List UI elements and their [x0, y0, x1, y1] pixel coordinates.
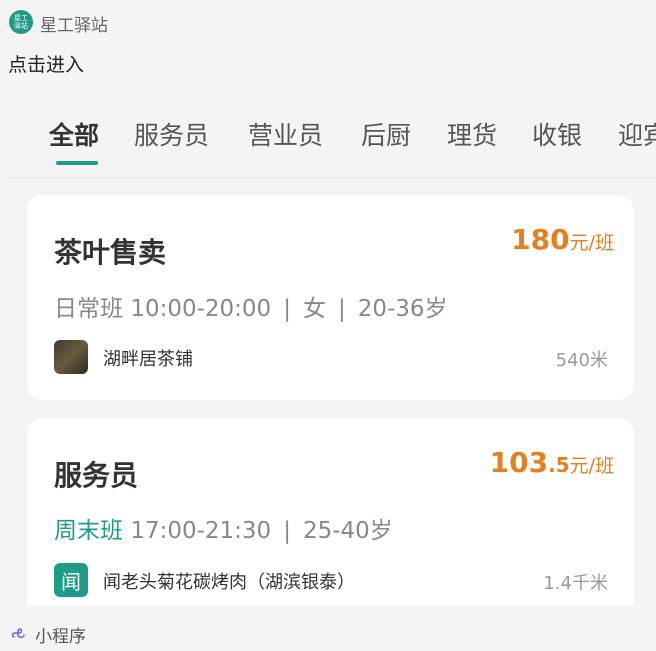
- app-header: 星工 驿站 星工驿站: [0, 0, 656, 42]
- tab-kitchen[interactable]: 后厨: [361, 116, 411, 152]
- tab-waiter[interactable]: 服务员: [134, 116, 209, 152]
- salary-unit: 元/班: [569, 455, 614, 477]
- shop-photo: [54, 340, 88, 374]
- shop-avatar: 闻: [54, 563, 88, 597]
- mini-program-footer[interactable]: 小程序: [0, 606, 656, 651]
- shop-name: 闻老头菊花碳烤肉（湖滨银泰）: [103, 572, 355, 593]
- shift-type: 日常班: [54, 296, 123, 322]
- tab-sales-clerk[interactable]: 营业员: [248, 116, 323, 152]
- tab-stocking[interactable]: 理货: [447, 116, 497, 152]
- shift-type: 周末班: [54, 518, 123, 544]
- tab-cashier[interactable]: 收银: [532, 116, 582, 152]
- mini-program-label: 小程序: [35, 627, 86, 647]
- salary-decimal: .5: [548, 453, 570, 477]
- job-meta: 日常班 10:00-20:00 | 女 | 20-36岁: [54, 296, 448, 322]
- gender-requirement: 女: [302, 296, 326, 322]
- shop-distance: 1.4千米: [543, 573, 608, 594]
- mini-program-icon: [11, 628, 25, 639]
- shift-time: 17:00-21:30: [130, 518, 272, 544]
- job-title: 茶叶售卖: [54, 236, 167, 269]
- enter-link[interactable]: 点击进入: [8, 50, 84, 77]
- job-salary: 103.5元/班: [490, 446, 614, 479]
- active-tab-indicator: [56, 161, 98, 165]
- salary-unit: 元/班: [569, 232, 614, 254]
- job-salary: 180元/班: [511, 223, 614, 256]
- age-requirement: 25-40岁: [302, 518, 393, 544]
- tab-greeter[interactable]: 迎宾: [618, 116, 656, 152]
- app-name: 星工驿站: [40, 16, 108, 36]
- salary-amount: 103: [489, 446, 549, 479]
- salary-amount: 180: [511, 223, 570, 256]
- job-title: 服务员: [54, 459, 139, 492]
- shift-time: 10:00-20:00: [130, 296, 272, 322]
- job-card[interactable]: 茶叶售卖 180元/班 日常班 10:00-20:00 | 女 | 20-36岁 湖畔居…: [27, 195, 634, 400]
- shop-name: 湖畔居茶铺: [103, 349, 193, 370]
- tab-all[interactable]: 全部: [49, 116, 99, 152]
- shop-distance: 540米: [555, 350, 608, 371]
- tabs-divider: [8, 177, 656, 178]
- age-requirement: 20-36岁: [357, 296, 448, 322]
- app-logo-icon: 星工 驿站: [9, 10, 33, 34]
- job-card[interactable]: 服务员 103.5元/班 周末班 17:00-21:30 | 25-40岁 闻 闻老…: [27, 418, 634, 618]
- category-tabs: 全部 服务员 营业员 后厨 理货 收银 迎宾: [0, 108, 656, 178]
- job-meta: 周末班 17:00-21:30 | 25-40岁: [54, 518, 393, 544]
